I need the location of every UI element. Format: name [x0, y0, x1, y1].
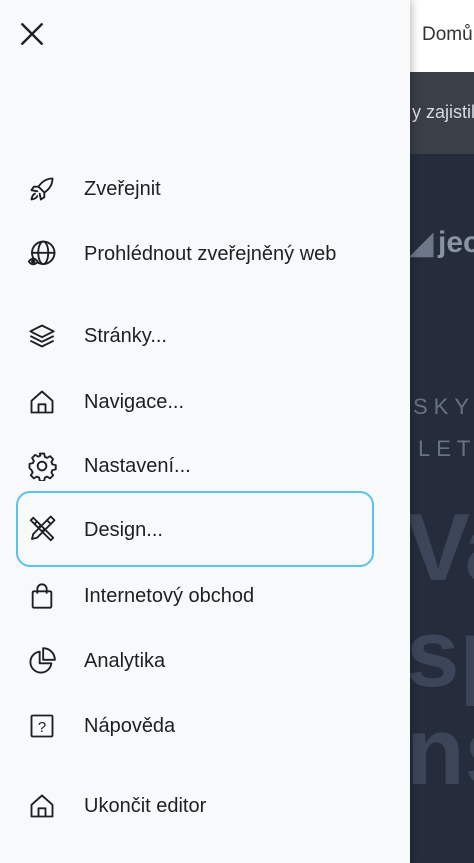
background-hero-line2: sp — [406, 600, 474, 707]
menu-item-exit-editor[interactable]: Ukončit editor — [16, 778, 374, 834]
rocket-icon — [26, 173, 58, 205]
menu-item-pages[interactable]: Stránky... — [16, 308, 374, 364]
background-notice-text: y zajistily — [412, 102, 474, 122]
menu-item-label: Navigace... — [84, 391, 185, 413]
menu-item-label: Analytika — [84, 650, 166, 672]
layers-icon — [26, 320, 58, 352]
shopping-bag-icon — [26, 580, 58, 612]
menu-item-label: Design... — [84, 519, 163, 541]
gear-icon — [26, 450, 58, 482]
menu-item-label: Zveřejnit — [84, 178, 161, 200]
editor-menu-drawer: Zveřejnit Prohlédnout zveřejněný web Str… — [0, 0, 410, 863]
background-hero-line1: Va — [406, 494, 474, 601]
menu-item-design[interactable]: Design... — [16, 491, 374, 567]
menu-item-navigation[interactable]: Navigace... — [16, 374, 374, 430]
design-tools-icon — [26, 513, 58, 545]
menu-item-view-published[interactable]: Prohlédnout zveřejněný web — [16, 226, 374, 282]
background-nav-link-home: Domů — [422, 24, 473, 45]
menu-item-settings[interactable]: Nastavení... — [16, 438, 374, 494]
close-button[interactable] — [14, 16, 50, 52]
svg-text:?: ? — [38, 719, 46, 736]
menu-item-label: Ukončit editor — [84, 795, 207, 817]
background-hero-line3: ns — [406, 698, 474, 805]
menu-item-label: Stránky... — [84, 325, 167, 347]
menu-item-label: Internetový obchod — [84, 585, 255, 607]
menu-item-label: Nápověda — [84, 715, 176, 737]
globe-eye-icon — [26, 238, 58, 270]
background-logo-text: jec — [438, 226, 474, 259]
menu-item-help[interactable]: ? Nápověda — [16, 698, 374, 754]
help-icon: ? — [26, 710, 58, 742]
exit-home-icon — [26, 790, 58, 822]
menu-item-label: Prohlédnout zveřejněný web — [84, 243, 337, 265]
background-subtitle-line1: SKYT — [413, 394, 474, 419]
menu-item-analytics[interactable]: Analytika — [16, 633, 374, 689]
home-icon — [26, 386, 58, 418]
pie-chart-icon — [26, 645, 58, 677]
menu-item-eshop[interactable]: Internetový obchod — [16, 568, 374, 624]
menu-item-label: Nastavení... — [84, 455, 191, 477]
close-icon — [21, 23, 43, 45]
background-subtitle-line2: LET — [418, 436, 474, 461]
menu-item-publish[interactable]: Zveřejnit — [16, 161, 374, 217]
background-logo-mark: ◢ — [410, 227, 434, 260]
